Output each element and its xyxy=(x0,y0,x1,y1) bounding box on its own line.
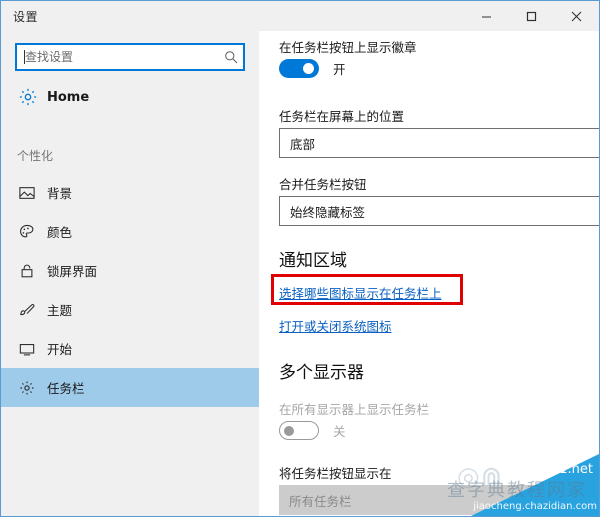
search-input[interactable] xyxy=(24,50,219,64)
badges-label: 在任务栏按钮上显示徽章 xyxy=(279,40,417,55)
toggle-knob xyxy=(284,426,294,436)
buttons-display-label: 将任务栏按钮显示在 xyxy=(279,466,392,481)
gear-icon xyxy=(13,87,43,107)
sidebar-item-home[interactable]: Home xyxy=(1,79,259,115)
sidebar-item-themes[interactable]: 主题 xyxy=(1,290,259,329)
sidebar-item-label: 任务栏 xyxy=(47,381,85,396)
sidebar-item-label: 颜色 xyxy=(47,225,73,240)
monitor-icon xyxy=(12,341,42,357)
picture-icon xyxy=(12,185,42,201)
maximize-button[interactable] xyxy=(509,1,554,31)
title-bar: 设置 xyxy=(1,1,599,31)
show-taskbar-all-displays-label: 在所有显示器上显示任务栏 xyxy=(279,402,430,417)
sidebar-item-lock-screen[interactable]: 锁屏界面 xyxy=(1,251,259,290)
buttons-display-dropdown[interactable]: 所有任务栏 xyxy=(279,485,599,515)
toggle-knob xyxy=(303,63,314,74)
main-content: 在任务栏按钮上显示徽章 开 任务栏在屏幕上的位置 底部 合并任务栏按钮 始终隐藏… xyxy=(259,31,599,516)
minimize-button[interactable] xyxy=(464,1,509,31)
badges-toggle-row[interactable]: 开 xyxy=(279,59,346,78)
gear-icon xyxy=(12,380,42,396)
sidebar-item-label: 背景 xyxy=(47,186,73,201)
badges-toggle-state: 开 xyxy=(333,62,346,77)
lock-icon xyxy=(12,263,42,279)
palette-icon xyxy=(12,224,42,240)
settings-window: 设置 查找设置 Home 个性化 背景 颜色 锁屏界面 主题 开始 任务栏 在任… xyxy=(0,0,600,517)
search-icon xyxy=(219,50,243,64)
combine-label: 合并任务栏按钮 xyxy=(279,177,367,192)
system-icons-link[interactable]: 打开或关闭系统图标 xyxy=(279,316,392,335)
search-box[interactable] xyxy=(15,43,245,71)
close-button[interactable] xyxy=(554,1,599,31)
multiple-displays-heading: 多个显示器 xyxy=(279,363,364,383)
sidebar-item-label: Home xyxy=(47,89,90,105)
show-taskbar-all-displays-toggle[interactable] xyxy=(279,421,319,440)
position-dropdown[interactable]: 底部 xyxy=(279,128,599,158)
sidebar-item-label: 开始 xyxy=(47,342,73,357)
notification-area-heading: 通知区域 xyxy=(279,251,347,271)
position-label: 任务栏在屏幕上的位置 xyxy=(279,109,405,124)
badges-toggle[interactable] xyxy=(279,59,319,78)
sidebar-group-header: 个性化 xyxy=(17,149,54,163)
select-taskbar-icons-link[interactable]: 选择哪些图标显示在任务栏上 xyxy=(279,283,442,302)
sidebar-item-label: 锁屏界面 xyxy=(47,264,98,279)
show-taskbar-all-displays-toggle-row[interactable]: 关 xyxy=(279,421,346,440)
window-title: 设置 xyxy=(13,9,39,24)
combine-dropdown[interactable]: 始终隐藏标签 xyxy=(279,196,599,226)
sidebar-item-taskbar[interactable]: 任务栏 xyxy=(1,368,259,407)
sidebar: Home 个性化 背景 xyxy=(1,31,259,516)
sidebar-nav-list: 背景 颜色 锁屏界面 主题 开始 任务栏 xyxy=(1,173,259,407)
sidebar-item-label: 主题 xyxy=(47,303,73,318)
sidebar-item-start[interactable]: 开始 xyxy=(1,329,259,368)
sidebar-item-colors[interactable]: 颜色 xyxy=(1,212,259,251)
paintbrush-icon xyxy=(12,302,42,318)
show-all-displays-toggle-state: 关 xyxy=(333,424,346,439)
sidebar-item-background[interactable]: 背景 xyxy=(1,173,259,212)
